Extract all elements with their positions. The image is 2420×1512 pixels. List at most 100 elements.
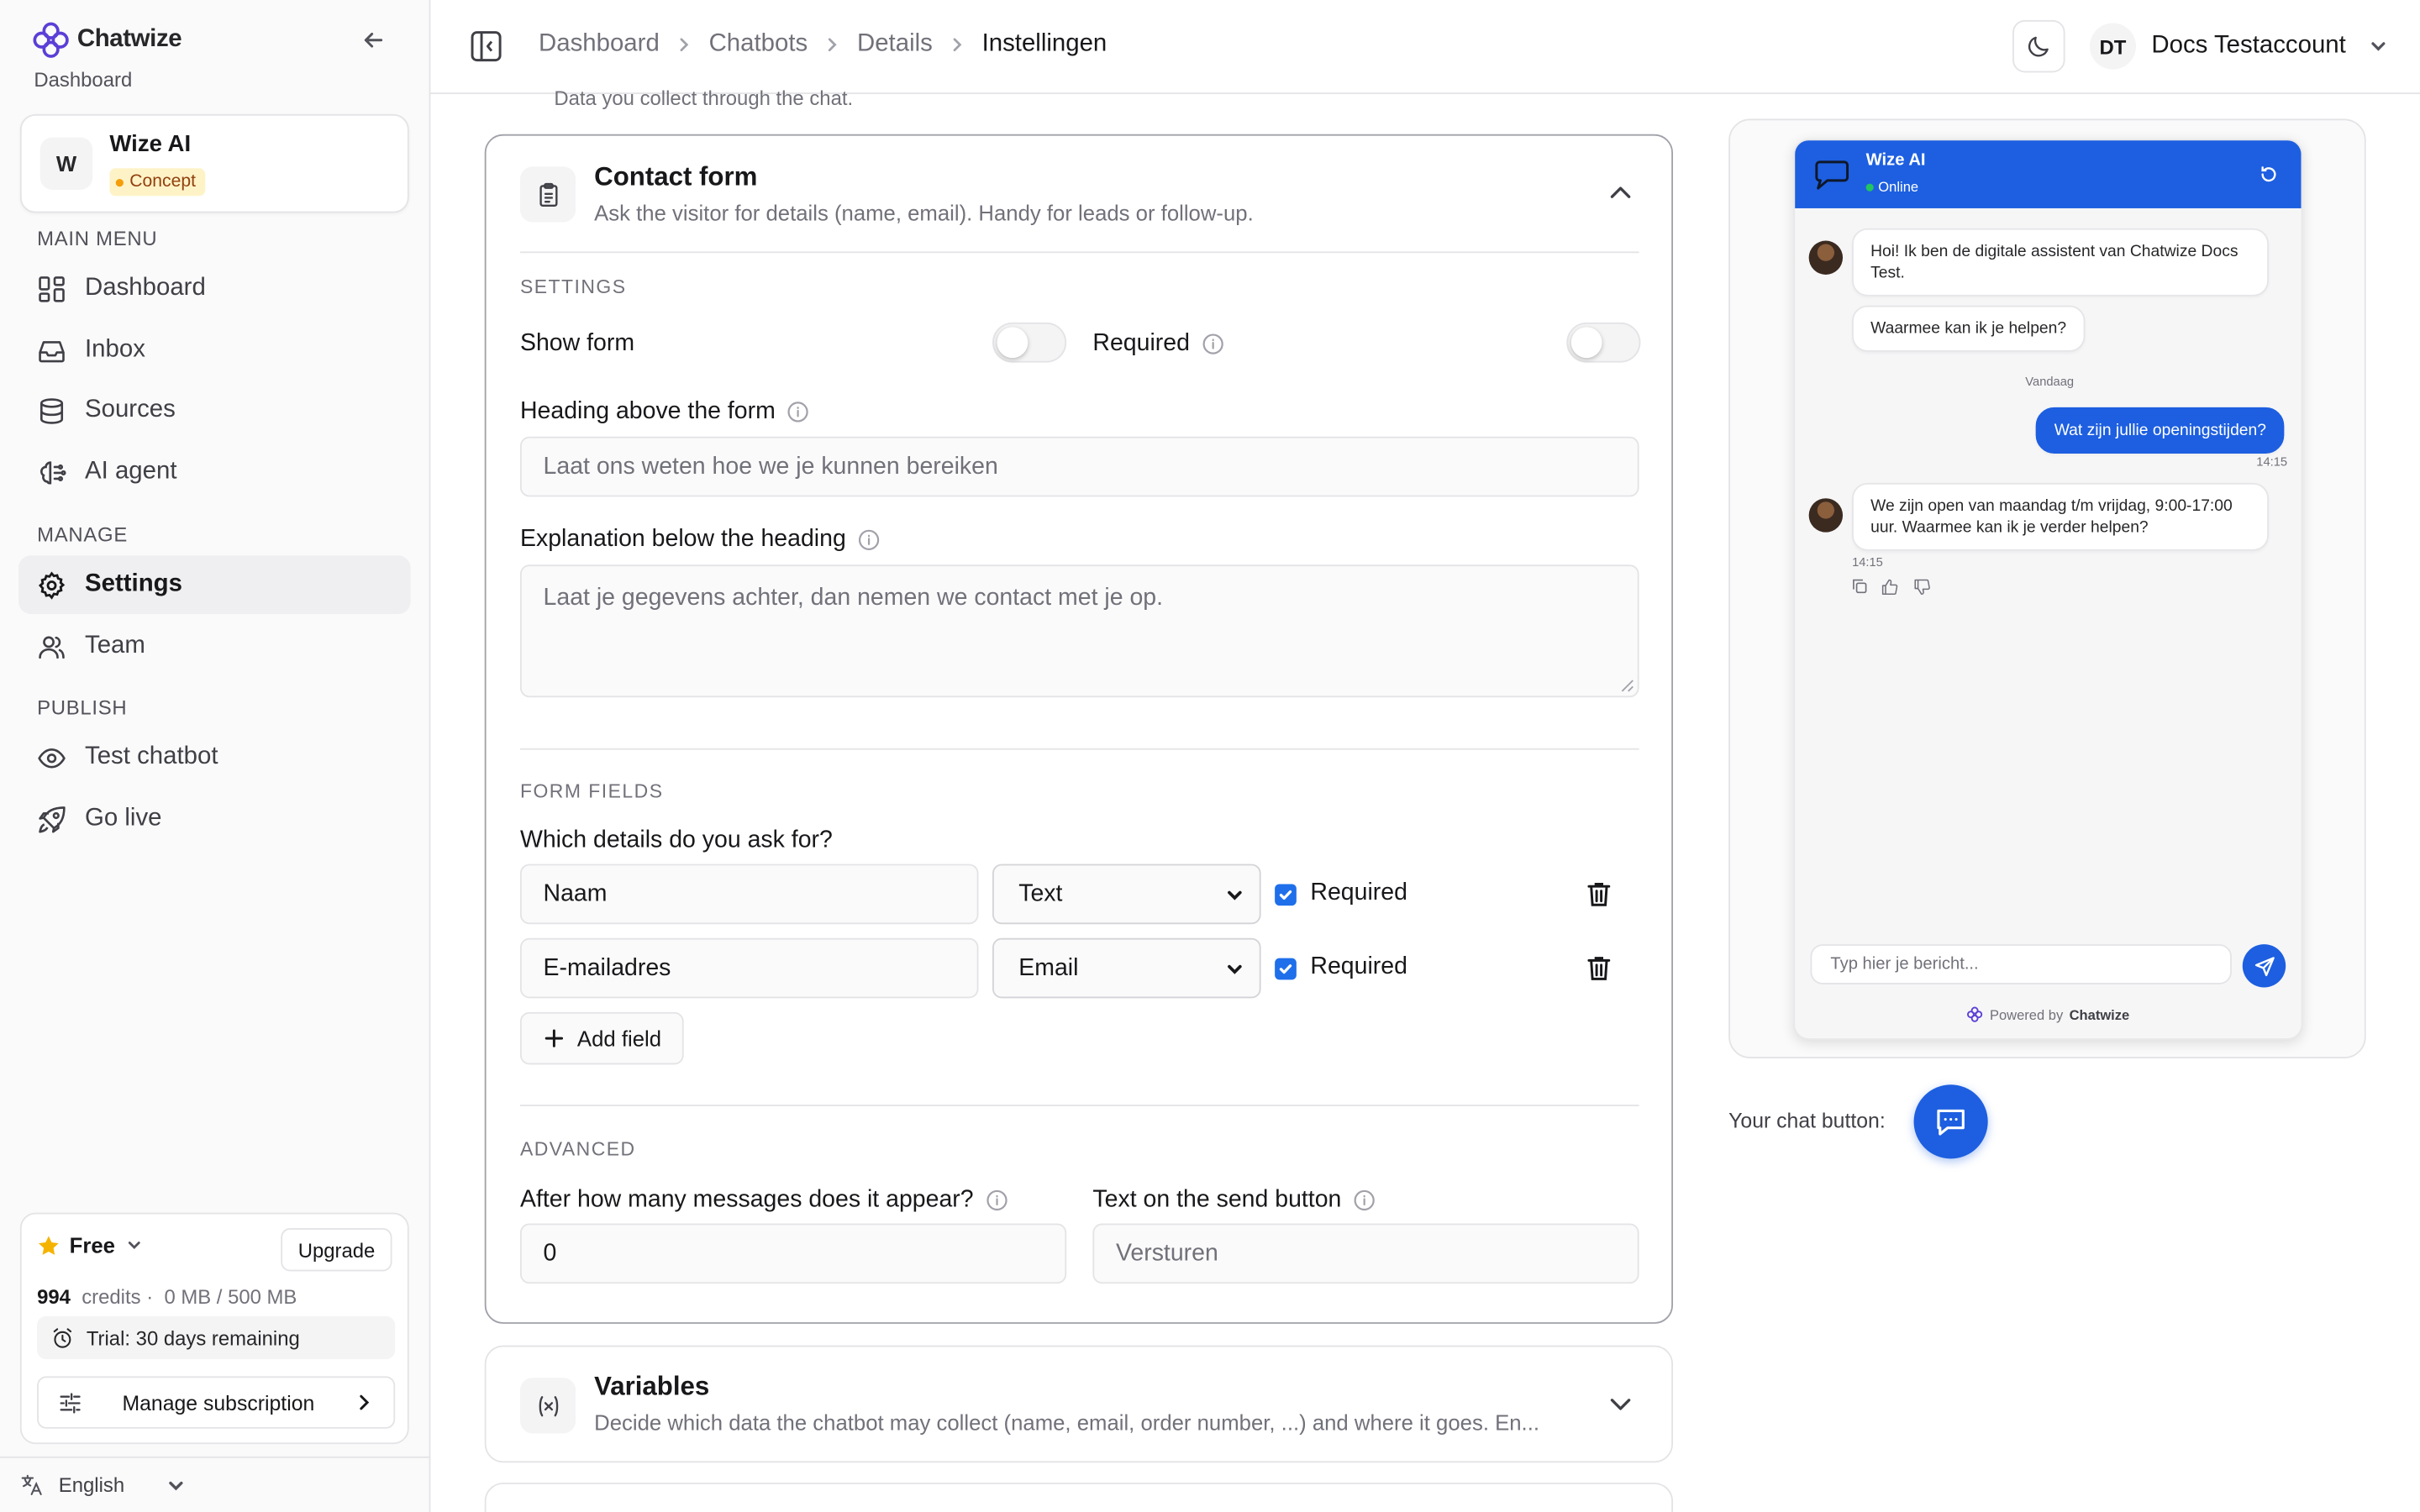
sidebar-item-settings[interactable]: Settings	[18, 555, 411, 615]
thumbs-down-icon[interactable]	[1914, 579, 1931, 596]
chat-date-divider: Vandaag	[2025, 375, 2075, 389]
sidebar-item-dashboard[interactable]: Dashboard	[18, 260, 411, 318]
resize-handle-icon[interactable]	[1621, 679, 1635, 693]
breadcrumb-chatbots[interactable]: Chatbots	[709, 31, 808, 59]
chevron-up-icon	[1610, 186, 1631, 198]
card-title: Variables	[594, 1371, 710, 1401]
user-menu[interactable]: DT Docs Testaccount	[2089, 23, 2389, 70]
plan-selector[interactable]: Free	[37, 1233, 143, 1257]
info-icon[interactable]	[1202, 333, 1224, 355]
required-toggle[interactable]	[1566, 322, 1641, 363]
breadcrumb-details[interactable]: Details	[857, 31, 933, 59]
card-description: Ask the visitor for details (name, email…	[594, 200, 1254, 226]
field-required-label: Required	[1310, 953, 1407, 980]
sidebar: Chatwize Dashboard W Wize AI Concept MAI…	[0, 0, 431, 1512]
workspace-name: Wize AI	[109, 131, 192, 158]
field-required-checkbox[interactable]	[1275, 958, 1297, 980]
expand-card-button[interactable]	[1607, 1390, 1634, 1425]
chevron-down-icon	[1228, 890, 1242, 900]
trash-icon	[1587, 882, 1611, 906]
chevron-down-icon	[128, 1242, 139, 1249]
workspace-switcher[interactable]: W Wize AI Concept	[19, 113, 409, 213]
sidebar-item-inbox[interactable]: Inbox	[18, 321, 411, 380]
explanation-placeholder: Laat je gegevens achter, dan nemen we co…	[543, 585, 1164, 612]
brand-name: Chatwize	[76, 26, 182, 53]
brand[interactable]: Chatwize	[31, 20, 182, 60]
language-selector[interactable]: English	[0, 1456, 431, 1512]
info-icon[interactable]	[858, 529, 880, 551]
send-icon	[2254, 956, 2274, 976]
info-icon[interactable]	[986, 1189, 1007, 1211]
sidebar-item-label: Inbox	[85, 336, 145, 363]
field-type-value: Text	[1018, 879, 1063, 907]
manage-subscription-button[interactable]: Manage subscription	[37, 1376, 396, 1429]
after-messages-input[interactable]: 0	[519, 1223, 1067, 1284]
plus-icon	[544, 1029, 564, 1047]
field-name-input[interactable]: E-mailadres	[519, 937, 979, 999]
variable-icon	[519, 1378, 576, 1434]
refresh-icon[interactable]	[2260, 165, 2278, 184]
chat-launcher-button[interactable]	[1913, 1084, 1988, 1159]
next-card[interactable]	[484, 1483, 1674, 1512]
sidebar-item-test-chatbot[interactable]: Test chatbot	[18, 728, 411, 787]
info-icon[interactable]	[788, 402, 810, 423]
star-icon	[39, 1235, 59, 1254]
chevron-down-icon	[1610, 1399, 1631, 1410]
sidebar-item-team[interactable]: Team	[18, 617, 411, 676]
dashboard-icon	[39, 276, 65, 302]
chatwize-logo-icon	[1967, 1006, 1983, 1022]
sidebar-item-sources[interactable]: Sources	[18, 381, 411, 440]
explanation-label: Explanation below the heading	[520, 526, 880, 554]
field-type-select[interactable]: Text	[992, 864, 1261, 925]
add-field-button[interactable]: Add field	[519, 1011, 685, 1065]
manage-subscription-label: Manage subscription	[122, 1390, 315, 1415]
chat-message-input[interactable]: Typ hier je bericht...	[1810, 944, 2232, 984]
show-form-toggle[interactable]	[992, 322, 1067, 363]
chat-button-label: Your chat button:	[1728, 1109, 1886, 1133]
inbox-icon	[39, 340, 65, 362]
field-required-checkbox[interactable]	[1275, 884, 1297, 906]
field-type-select[interactable]: Email	[992, 937, 1261, 999]
form-fields-section-label: FORM FIELDS	[519, 780, 664, 803]
sidebar-item-ai-agent[interactable]: AI agent	[18, 443, 411, 501]
theme-toggle-button[interactable]	[2012, 19, 2065, 73]
variables-card[interactable]: Variables Decide which data the chatbot …	[484, 1345, 1674, 1463]
advanced-section-label: ADVANCED	[519, 1138, 636, 1161]
topbar: Dashboard Chatbots Details Instellingen …	[430, 0, 2420, 95]
explanation-label-text: Explanation below the heading	[519, 526, 846, 553]
powered-by-text: Powered by	[1989, 1006, 2064, 1022]
send-button-text-label: Text on the send button	[1092, 1186, 1376, 1214]
settings-section-label: SETTINGS	[519, 276, 627, 298]
breadcrumb-dashboard[interactable]: Dashboard	[539, 31, 660, 59]
send-button-text-input[interactable]: Versturen	[1092, 1223, 1639, 1284]
avatar: DT	[2089, 23, 2137, 70]
card-title: Contact form	[594, 161, 758, 192]
field-name-input[interactable]: Naam	[519, 864, 979, 925]
show-form-label: Show form	[519, 330, 635, 357]
collapse-card-button[interactable]	[1607, 179, 1634, 214]
after-messages-label-text: After how many messages does it appear?	[519, 1186, 974, 1213]
info-icon[interactable]	[1354, 1189, 1376, 1211]
upgrade-button[interactable]: Upgrade	[281, 1228, 392, 1272]
collapse-sidebar-button[interactable]	[358, 24, 389, 55]
delete-field-button[interactable]	[1586, 955, 1611, 989]
chat-status-text: Online	[1878, 179, 1919, 195]
toggle-panel-button[interactable]	[469, 29, 502, 63]
heading-input[interactable]: Laat ons weten hoe we je kunnen bereiken	[519, 436, 1639, 497]
chat-send-button[interactable]	[2242, 944, 2286, 988]
copy-icon[interactable]	[1852, 579, 1867, 594]
delete-field-button[interactable]	[1586, 881, 1611, 915]
thumbs-up-icon[interactable]	[1881, 579, 1898, 596]
rocket-icon	[39, 806, 66, 832]
divider	[519, 251, 1639, 254]
storage-usage: 0 MB / 500 MB	[164, 1284, 297, 1309]
contact-form-card: Contact form Ask the visitor for details…	[484, 134, 1674, 1324]
chevron-down-icon	[1228, 963, 1242, 974]
sidebar-item-go-live[interactable]: Go live	[18, 790, 411, 848]
explanation-textarea[interactable]: Laat je gegevens achter, dan nemen we co…	[519, 564, 1639, 698]
chat-widget-preview: Wize AI Online Hoi! Ik ben de digitale a…	[1793, 139, 2303, 1040]
chat-message-user: Wat zijn jullie openingstijden?	[2035, 407, 2286, 454]
plan-card: Free Upgrade 994 credits · 0 MB / 500 MB…	[19, 1212, 409, 1445]
chat-status: Online	[1865, 179, 1919, 195]
chat-message-bot: We zijn open van maandag t/m vrijdag, 9:…	[1852, 482, 2269, 551]
